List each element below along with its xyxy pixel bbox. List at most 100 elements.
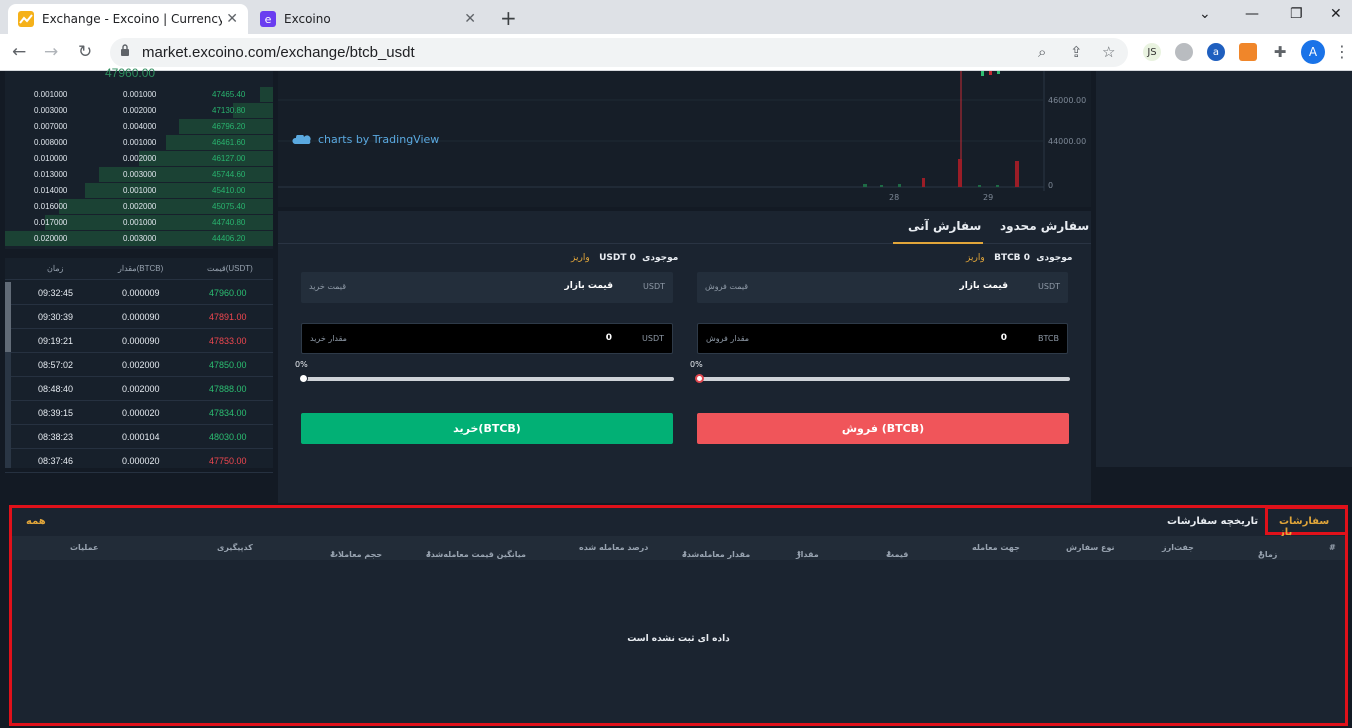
candle [997, 71, 1000, 74]
buy-price-label: قیمت خرید [309, 282, 347, 291]
orderbook-total: 0.002000 [123, 106, 157, 115]
zoom-icon[interactable]: ⌕ [1038, 43, 1046, 61]
url-text: market.excoino.com/exchange/btcb_usdt [142, 44, 415, 61]
price-axis-label: 46000.00 [1048, 96, 1087, 105]
price-axis-label: 0 [1048, 181, 1054, 190]
tab-market-order[interactable]: سفارش آنی [908, 219, 981, 233]
sell-button[interactable]: فروش (BTCB) [697, 413, 1069, 444]
minimize-icon[interactable]: — [1245, 6, 1259, 22]
back-icon[interactable]: ← [12, 42, 26, 62]
buy-deposit-link[interactable]: واریز [571, 253, 590, 263]
orderbook-total: 0.004000 [123, 122, 157, 131]
js-extension-icon[interactable]: JS [1143, 43, 1161, 61]
trade-row: 09:30:39 0.000090 47891.00 [5, 305, 273, 329]
extension-icon[interactable] [1175, 43, 1193, 61]
scrollbar-thumb[interactable] [5, 282, 11, 352]
trade-price: 47750.00 [209, 456, 247, 466]
sell-price-field[interactable]: USDT قیمت بازار قیمت فروش [697, 272, 1068, 303]
trade-time: 08:39:15 [38, 408, 74, 418]
sell-balance: واریز BTCB 0 موجودی [966, 253, 1072, 263]
buy-amount-label: مقدار خرید [310, 334, 347, 343]
candle [989, 71, 992, 75]
trade-time: 09:32:45 [38, 288, 74, 298]
orderbook-row[interactable]: 0.017000 0.001000 44740.80 [5, 215, 273, 231]
orderbook-price: 45410.00 [212, 186, 246, 195]
orderbook-row[interactable]: 0.014000 0.001000 45410.00 [5, 183, 273, 199]
orderbook-price: 46127.00 [212, 154, 246, 163]
active-tab-indicator [893, 242, 983, 244]
trade-row: 08:39:15 0.000020 47834.00 [5, 401, 273, 425]
orderbook-amount: 0.008000 [34, 138, 68, 147]
orderbook-row[interactable]: 0.007000 0.004000 46796.20 [5, 119, 273, 135]
sell-slider-handle[interactable] [695, 374, 704, 383]
sell-balance-unit: BTCB [994, 253, 1021, 263]
orderbook-total: 0.002000 [123, 202, 157, 211]
buy-price-field[interactable]: USDT قیمت بازار قیمت خرید [301, 272, 673, 303]
lock-icon[interactable] [120, 44, 130, 56]
browser-menu-icon[interactable]: ⋮ [1334, 42, 1350, 61]
close-window-icon[interactable]: ✕ [1330, 6, 1342, 22]
orderbook-row[interactable]: 0.013000 0.003000 45744.60 [5, 167, 273, 183]
orderbook-row[interactable]: 0.016000 0.002000 45075.40 [5, 199, 273, 215]
orderbook-row[interactable]: 0.008000 0.001000 46461.60 [5, 135, 273, 151]
restore-icon[interactable]: ❐ [1290, 6, 1303, 22]
col-actions: عملیات [70, 543, 99, 552]
tab-open-orders[interactable]: سفارشات باز [1279, 516, 1345, 538]
filter-all-link[interactable]: همه [26, 516, 46, 527]
trades-col-price: قیمت(USDT) [207, 264, 253, 273]
orderbook-row[interactable]: 0.020000 0.003000 44406.20 [5, 231, 273, 247]
browser-tab-title: Exchange - Excoino | Currency st [42, 12, 222, 26]
tab-limit-order[interactable]: سفارش محدود [1000, 219, 1089, 233]
profile-avatar[interactable]: A [1301, 40, 1325, 64]
time-axis-label: 29 [983, 193, 994, 202]
sell-deposit-link[interactable]: واریز [966, 253, 985, 263]
bookmark-star-icon[interactable]: ☆ [1102, 43, 1115, 61]
col-fill-percent: درصد معامله شده [579, 543, 649, 552]
close-tab-icon[interactable]: ✕ [464, 11, 476, 27]
col-direction: جهت معامله [972, 543, 1020, 552]
tradingview-attribution[interactable]: charts by TradingView [292, 133, 439, 146]
trade-amount: 0.000020 [122, 408, 160, 418]
a-extension-icon[interactable]: a [1207, 43, 1225, 61]
orderbook-total: 0.001000 [123, 218, 157, 227]
share-icon[interactable]: ⇪ [1070, 43, 1083, 61]
tab-order-history[interactable]: تاریخچه سفارشات [1167, 516, 1258, 527]
col-time-label: زمان [1258, 550, 1278, 559]
trades-col-amount: مقدار(BTCB) [118, 264, 164, 273]
sell-amount-slider[interactable] [695, 374, 1070, 383]
close-tab-icon[interactable]: ✕ [226, 11, 238, 27]
col-ref-code: کدپیگیری [217, 543, 253, 552]
extensions-puzzle-icon[interactable]: ✚ [1271, 43, 1289, 61]
orderbook-row[interactable]: 0.001000 0.001000 47465.40 [5, 87, 273, 103]
sell-amount-input[interactable]: BTCB 0 مقدار فروش [697, 323, 1068, 354]
tradingview-cloud-icon [292, 134, 311, 144]
recent-trades: قیمت(USDT) مقدار(BTCB) زمان 09:32:45 0.00… [5, 258, 273, 473]
buy-slider-handle[interactable] [299, 374, 308, 383]
buy-amount-slider[interactable] [299, 374, 674, 383]
browser-tab-excoino[interactable]: e Excoino ✕ [250, 4, 486, 34]
new-tab-icon[interactable]: + [500, 6, 517, 30]
orderbook-total: 0.002000 [123, 154, 157, 163]
reload-icon[interactable]: ↻ [78, 42, 92, 62]
buy-amount-input[interactable]: USDT 0 مقدار خرید [301, 323, 673, 354]
orderbook-row[interactable]: 0.003000 0.002000 47130.80 [5, 103, 273, 119]
tab-search-icon[interactable]: ⌄ [1199, 6, 1211, 22]
col-price-label: قیمت [886, 550, 909, 559]
orderbook-amount: 0.001000 [34, 90, 68, 99]
browser-tab-exchange[interactable]: Exchange - Excoino | Currency st ✕ [8, 4, 248, 34]
metamask-fox-icon[interactable] [1239, 43, 1257, 61]
trade-amount: 0.000090 [122, 312, 160, 322]
buy-button[interactable]: خرید(BTCB) [301, 413, 673, 444]
volume-bar [922, 178, 925, 187]
trade-price: 47834.00 [209, 408, 247, 418]
trade-row: 09:32:45 0.000009 47960.00 [5, 281, 273, 305]
trades-scrollbar[interactable] [5, 282, 11, 468]
empty-state-message: داده ای ثبت نشده است [627, 634, 730, 644]
orderbook-amount: 0.013000 [34, 170, 68, 179]
forward-icon[interactable]: → [44, 42, 58, 62]
tradingview-text: charts by TradingView [318, 133, 440, 146]
address-bar[interactable]: market.excoino.com/exchange/btcb_usdt ⌕ … [110, 38, 1128, 67]
trade-time: 08:48:40 [38, 384, 74, 394]
orderbook-row[interactable]: 0.010000 0.002000 46127.00 [5, 151, 273, 167]
orderbook-amount: 0.017000 [34, 218, 68, 227]
